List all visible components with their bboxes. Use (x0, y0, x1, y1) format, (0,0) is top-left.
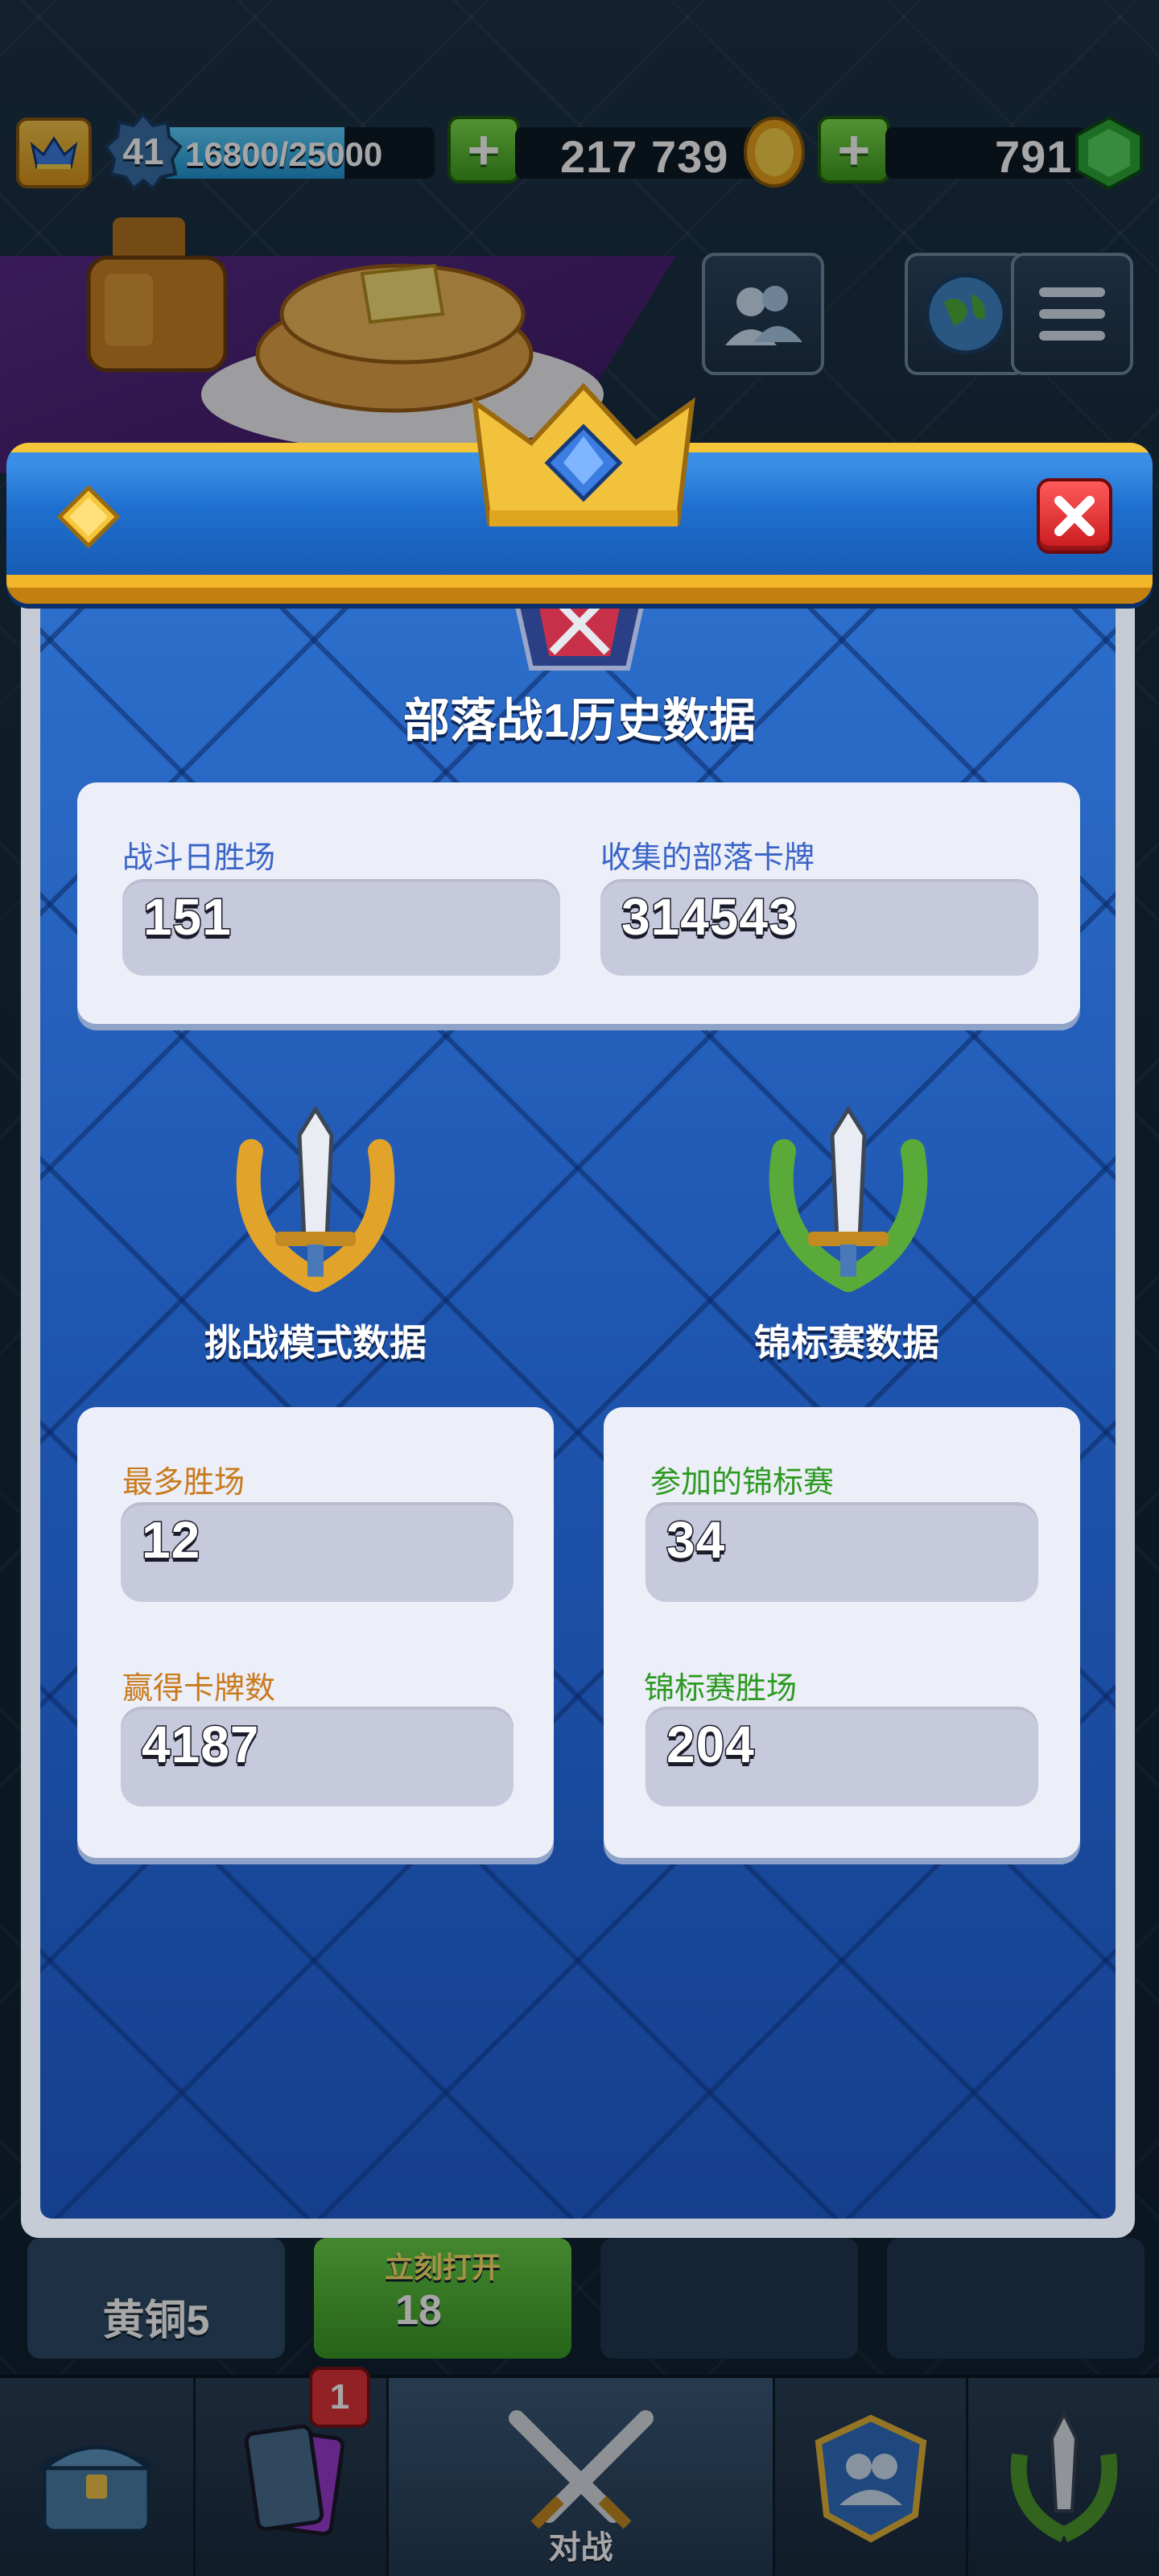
header-crown-icon (472, 382, 695, 526)
tournament-wins-label: 锦标赛胜场 (644, 1672, 798, 1706)
cards-won-label: 赢得卡牌数 (122, 1672, 276, 1706)
modal-title: 部落战1历史数据 (402, 695, 757, 747)
modal-header (6, 382, 1153, 604)
clan-cards-collected-box: 314543 (600, 879, 1038, 976)
challenge-stats-card: 最多胜场 12 赢得卡牌数 4187 (77, 1407, 554, 1858)
max-wins-box: 12 (121, 1502, 514, 1602)
tournaments-played-label: 参加的锦标赛 (650, 1466, 835, 1500)
max-wins-label: 最多胜场 (122, 1466, 245, 1500)
gold-diamond-icon (56, 485, 121, 549)
clan-war-stats-card: 战斗日胜场 151 收集的部落卡牌 314543 (77, 782, 1080, 1024)
battle-day-wins-value: 151 (142, 887, 233, 947)
tournament-stats-card: 参加的锦标赛 34 锦标赛胜场 204 (604, 1407, 1080, 1858)
max-wins-value: 12 (140, 1510, 201, 1571)
close-icon (1054, 496, 1095, 536)
battle-day-wins-label: 战斗日胜场 (122, 841, 276, 875)
tournament-stats-title: 锦标赛数据 (754, 1322, 939, 1364)
tournament-wins-value: 204 (666, 1715, 756, 1775)
close-button[interactable] (1037, 478, 1112, 554)
tournaments-played-box: 34 (645, 1502, 1038, 1602)
clan-cards-collected-label: 收集的部落卡牌 (600, 841, 815, 875)
green-laurel-sword-icon (769, 1105, 928, 1292)
gold-laurel-sword-icon (236, 1105, 395, 1292)
tournament-wins-box: 204 (645, 1707, 1038, 1806)
cards-won-value: 4187 (140, 1715, 260, 1775)
clan-cards-collected-value: 314543 (621, 887, 799, 947)
tournaments-played-value: 34 (665, 1510, 726, 1571)
battle-day-wins-box: 151 (122, 879, 560, 976)
challenge-stats-title: 挑战模式数据 (204, 1322, 427, 1364)
cards-won-box: 4187 (121, 1707, 514, 1806)
